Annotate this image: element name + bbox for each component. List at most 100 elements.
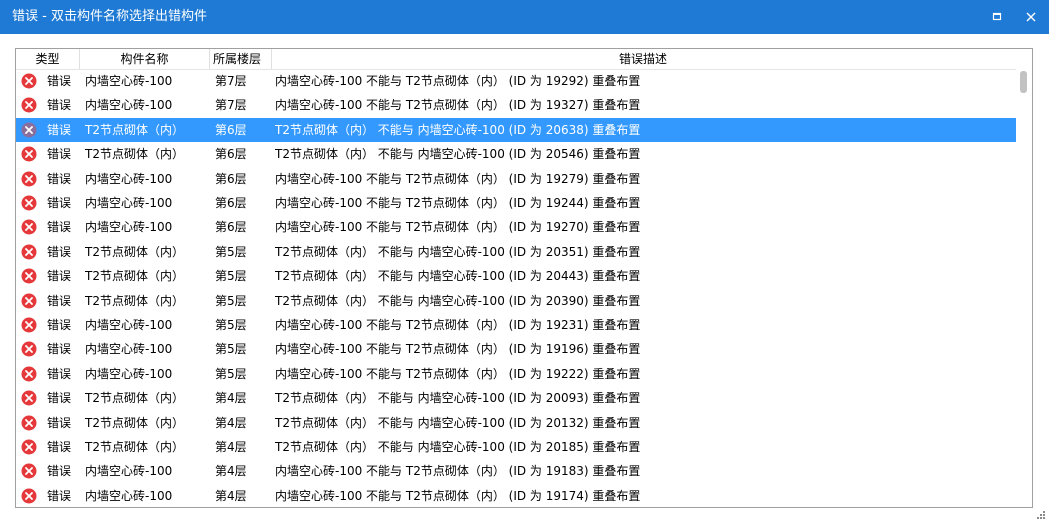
table-row[interactable]: 错误 T2节点砌体（内） 第6层 T2节点砌体（内） 不能与 内墙空心砖-100 (I… — [16, 142, 1016, 166]
cell-floor: 第4层 — [215, 488, 247, 503]
table-row[interactable]: 错误 T2节点砌体（内） 第6层 T2节点砌体（内） 不能与 内墙空心砖-100 (I… — [16, 117, 1016, 143]
cell-floor: 第5层 — [215, 342, 247, 357]
cell-floor: 第5层 — [215, 293, 247, 308]
title-bar[interactable]: 错误 - 双击构件名称选择出错构件 — [0, 0, 1049, 34]
table-row[interactable]: 错误 内墙空心砖-100 第7层 内墙空心砖-100 不能与 T2节点砌体（内） (I… — [16, 93, 1016, 117]
cell-component-name[interactable]: T2节点砌体（内） — [85, 240, 184, 264]
table-row[interactable]: 错误 T2节点砌体（内） 第4层 T2节点砌体（内） 不能与 内墙空心砖-100 (I… — [16, 411, 1016, 435]
cell-component-name[interactable]: T2节点砌体（内） — [85, 142, 184, 166]
error-icon — [21, 488, 37, 504]
cell-component-name[interactable]: 内墙空心砖-100 — [85, 459, 172, 483]
table-row[interactable]: 错误 内墙空心砖-100 第7层 内墙空心砖-100 不能与 T2节点砌体（内） (I… — [16, 69, 1016, 93]
cell-component-name[interactable]: 内墙空心砖-100 — [85, 191, 172, 215]
table-row[interactable]: 错误 T2节点砌体（内） 第5层 T2节点砌体（内） 不能与 内墙空心砖-100 (I… — [16, 264, 1016, 288]
cell-type: 错误 — [47, 98, 72, 113]
cell-type: 错误 — [47, 74, 72, 88]
table-row[interactable]: 错误 内墙空心砖-100 第4层 内墙空心砖-100 不能与 T2节点砌体（内） (I… — [16, 484, 1016, 507]
cell-description: 内墙空心砖-100 不能与 T2节点砌体（内） (ID 为 19231) 重叠布… — [275, 318, 641, 332]
cell-type: 错误 — [47, 269, 72, 284]
cell-component-name[interactable]: T2节点砌体（内） — [85, 411, 184, 435]
cell-floor: 第7层 — [215, 98, 247, 113]
close-button[interactable] — [1022, 8, 1040, 26]
cell-description: 内墙空心砖-100 不能与 T2节点砌体（内） (ID 为 19327) 重叠布… — [275, 98, 641, 113]
cell-description: T2节点砌体（内） 不能与 内墙空心砖-100 (ID 为 20638) 重叠布… — [275, 122, 641, 137]
cell-floor: 第6层 — [215, 122, 247, 137]
table-row[interactable]: 错误 内墙空心砖-100 第5层 内墙空心砖-100 不能与 T2节点砌体（内） (I… — [16, 313, 1016, 337]
cell-description: 内墙空心砖-100 不能与 T2节点砌体（内） (ID 为 19196) 重叠布… — [275, 342, 641, 357]
cell-type: 错误 — [47, 147, 72, 162]
table-row[interactable]: 错误 T2节点砌体（内） 第5层 T2节点砌体（内） 不能与 内墙空心砖-100 (I… — [16, 240, 1016, 264]
cell-component-name[interactable]: T2节点砌体（内） — [85, 264, 184, 288]
column-header-name[interactable]: 构件名称 — [80, 49, 210, 69]
error-icon — [21, 463, 37, 479]
cell-floor: 第7层 — [215, 74, 247, 88]
cell-component-name[interactable]: 内墙空心砖-100 — [85, 215, 172, 239]
cell-type: 错误 — [47, 196, 72, 210]
cell-component-name[interactable]: 内墙空心砖-100 — [85, 484, 172, 507]
cell-floor: 第5层 — [215, 318, 247, 332]
resize-grip-icon[interactable] — [1036, 510, 1046, 520]
error-icon — [21, 341, 37, 357]
cell-description: 内墙空心砖-100 不能与 T2节点砌体（内） (ID 为 19174) 重叠布… — [275, 488, 641, 503]
column-header-floor[interactable]: 所属楼层 — [210, 49, 272, 69]
scrollbar-thumb[interactable] — [1020, 71, 1027, 93]
table-row[interactable]: 错误 T2节点砌体（内） 第4层 T2节点砌体（内） 不能与 内墙空心砖-100 (I… — [16, 435, 1016, 459]
cell-description: 内墙空心砖-100 不能与 T2节点砌体（内） (ID 为 19222) 重叠布… — [275, 366, 641, 381]
error-icon — [21, 390, 37, 406]
cell-description: 内墙空心砖-100 不能与 T2节点砌体（内） (ID 为 19270) 重叠布… — [275, 220, 641, 235]
cell-type: 错误 — [47, 171, 72, 186]
cell-floor: 第4层 — [215, 464, 247, 479]
table-row[interactable]: 错误 内墙空心砖-100 第5层 内墙空心砖-100 不能与 T2节点砌体（内） (I… — [16, 362, 1016, 386]
column-header-description[interactable]: 错误描述 — [272, 49, 1014, 69]
error-icon — [21, 171, 37, 187]
window-title: 错误 - 双击构件名称选择出错构件 — [12, 9, 207, 24]
cell-type: 错误 — [47, 220, 72, 235]
error-icon — [21, 97, 37, 113]
cell-component-name[interactable]: T2节点砌体（内） — [85, 118, 184, 142]
cell-description: 内墙空心砖-100 不能与 T2节点砌体（内） (ID 为 19244) 重叠布… — [275, 196, 641, 210]
table-row[interactable]: 错误 内墙空心砖-100 第6层 内墙空心砖-100 不能与 T2节点砌体（内） (I… — [16, 215, 1016, 239]
cell-component-name[interactable]: 内墙空心砖-100 — [85, 313, 172, 337]
error-icon — [21, 268, 37, 284]
cell-description: T2节点砌体（内） 不能与 内墙空心砖-100 (ID 为 20185) 重叠布… — [275, 440, 641, 454]
cell-component-name[interactable]: T2节点砌体（内） — [85, 435, 184, 459]
cell-type: 错误 — [47, 440, 72, 454]
cell-description: 内墙空心砖-100 不能与 T2节点砌体（内） (ID 为 19279) 重叠布… — [275, 171, 641, 186]
error-list[interactable]: 类型 构件名称 所属楼层 错误描述 错误 内墙空心砖-100 第7层 内墙空心砖-10… — [15, 48, 1033, 508]
cell-type: 错误 — [47, 415, 72, 430]
cell-component-name[interactable]: 内墙空心砖-100 — [85, 93, 172, 117]
error-icon — [21, 244, 37, 260]
cell-type: 错误 — [47, 244, 72, 259]
cell-type: 错误 — [47, 464, 72, 479]
cell-component-name[interactable]: 内墙空心砖-100 — [85, 69, 172, 93]
table-row[interactable]: 错误 T2节点砌体（内） 第4层 T2节点砌体（内） 不能与 内墙空心砖-100 (I… — [16, 386, 1016, 410]
table-row[interactable]: 错误 内墙空心砖-100 第5层 内墙空心砖-100 不能与 T2节点砌体（内） (I… — [16, 337, 1016, 361]
error-icon — [21, 317, 37, 333]
cell-floor: 第6层 — [215, 196, 247, 210]
cell-type: 错误 — [47, 391, 72, 406]
cell-component-name[interactable]: 内墙空心砖-100 — [85, 362, 172, 386]
cell-type: 错误 — [47, 366, 72, 381]
cell-component-name[interactable]: 内墙空心砖-100 — [85, 167, 172, 191]
cell-floor: 第6层 — [215, 220, 247, 235]
cell-floor: 第5层 — [215, 366, 247, 381]
vertical-scrollbar[interactable] — [1016, 69, 1032, 507]
table-row[interactable]: 错误 内墙空心砖-100 第6层 内墙空心砖-100 不能与 T2节点砌体（内） (I… — [16, 191, 1016, 215]
table-row[interactable]: 错误 T2节点砌体（内） 第5层 T2节点砌体（内） 不能与 内墙空心砖-100 (I… — [16, 289, 1016, 313]
cell-type: 错误 — [47, 122, 72, 137]
cell-description: T2节点砌体（内） 不能与 内墙空心砖-100 (ID 为 20132) 重叠布… — [275, 415, 641, 430]
cell-description: T2节点砌体（内） 不能与 内墙空心砖-100 (ID 为 20546) 重叠布… — [275, 147, 641, 162]
list-header: 类型 构件名称 所属楼层 错误描述 — [16, 49, 1032, 70]
column-header-type[interactable]: 类型 — [16, 49, 80, 69]
cell-component-name[interactable]: 内墙空心砖-100 — [85, 337, 172, 361]
error-icon — [21, 366, 37, 382]
error-icon — [21, 293, 37, 309]
maximize-button[interactable] — [988, 8, 1006, 26]
cell-floor: 第5层 — [215, 269, 247, 284]
table-row[interactable]: 错误 内墙空心砖-100 第4层 内墙空心砖-100 不能与 T2节点砌体（内） (I… — [16, 459, 1016, 483]
table-row[interactable]: 错误 内墙空心砖-100 第6层 内墙空心砖-100 不能与 T2节点砌体（内） (I… — [16, 167, 1016, 191]
close-icon — [1026, 12, 1036, 22]
cell-component-name[interactable]: T2节点砌体（内） — [85, 289, 184, 313]
cell-description: T2节点砌体（内） 不能与 内墙空心砖-100 (ID 为 20093) 重叠布… — [275, 391, 641, 406]
cell-component-name[interactable]: T2节点砌体（内） — [85, 386, 184, 410]
